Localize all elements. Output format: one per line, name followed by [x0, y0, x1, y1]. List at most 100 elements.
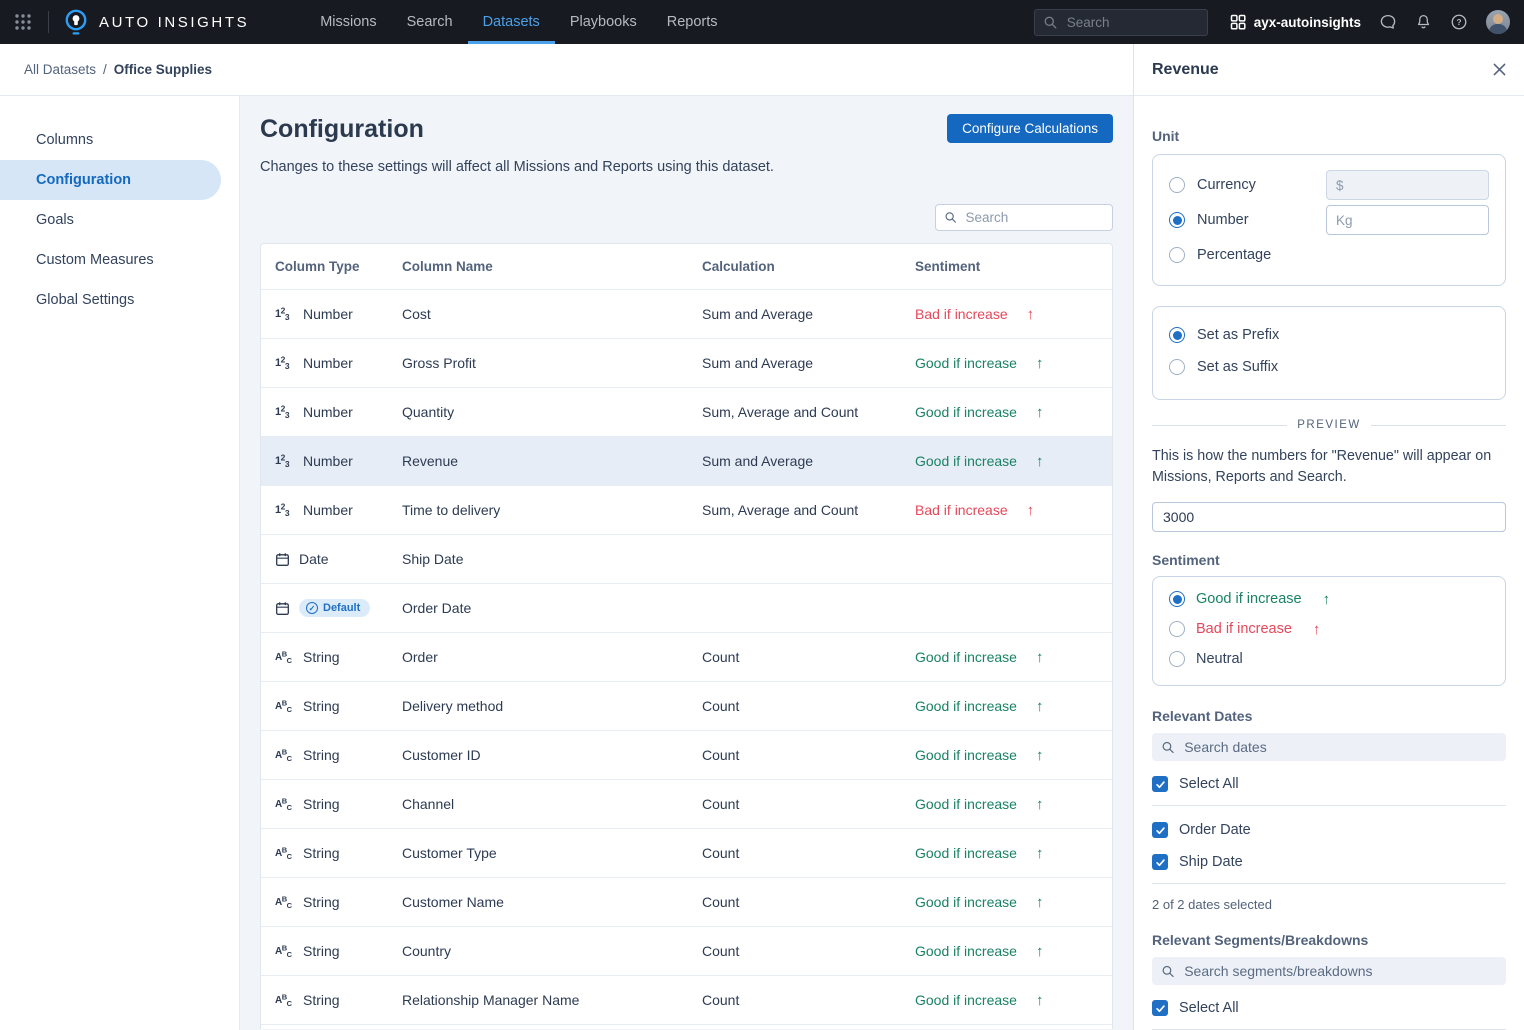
table-search[interactable]	[935, 204, 1113, 231]
global-search-input[interactable]	[1065, 14, 1198, 31]
column-type-label: String	[303, 992, 340, 1008]
column-type-cell: ABCString	[275, 747, 402, 763]
radio-percentage[interactable]	[1169, 247, 1185, 263]
dates-select-all-checkbox[interactable]	[1152, 776, 1168, 792]
table-row[interactable]: 123NumberCostSum and AverageBad if incre…	[261, 290, 1112, 339]
app-grid-icon[interactable]	[12, 11, 34, 33]
radio-number[interactable]	[1169, 212, 1185, 228]
date-item-checkbox-ship-date[interactable]	[1152, 854, 1168, 870]
number-symbol-input[interactable]	[1326, 205, 1489, 235]
calculation-cell: Count	[702, 992, 915, 1008]
help-icon[interactable]: ?	[1450, 13, 1468, 31]
table-row[interactable]: 123NumberRevenueSum and AverageGood if i…	[261, 437, 1112, 486]
column-type-label: String	[303, 845, 340, 861]
column-type-cell: 123Number	[275, 306, 402, 322]
string-type-icon: ABC	[275, 848, 294, 859]
sentiment-cell: Good if increase↑	[915, 747, 1112, 764]
sidebar-item-configuration[interactable]: Configuration	[0, 160, 221, 200]
close-icon[interactable]	[1493, 63, 1506, 76]
sidebar-item-custom-measures[interactable]: Custom Measures	[0, 240, 221, 280]
column-type-cell: ABCString	[275, 649, 402, 665]
table-row[interactable]: ABCStringCountryCountGood if increase↑	[261, 927, 1112, 976]
up-arrow-icon: ↑	[1036, 453, 1044, 470]
segments-select-all-checkbox[interactable]	[1152, 1000, 1168, 1016]
string-type-icon: ABC	[275, 995, 294, 1006]
nav-item-datasets[interactable]: Datasets	[468, 0, 555, 44]
calculation-cell: Sum, Average and Count	[702, 502, 915, 518]
column-name-cell: Revenue	[402, 453, 702, 469]
radio-set-as-prefix[interactable]	[1169, 327, 1185, 343]
sidebar-item-columns[interactable]: Columns	[0, 120, 221, 160]
date-item-checkbox-order-date[interactable]	[1152, 822, 1168, 838]
table-row[interactable]: ABCStringCustomer IDCountGood if increas…	[261, 731, 1112, 780]
sentiment-cell: Good if increase↑	[915, 943, 1112, 960]
sidebar-item-global-settings[interactable]: Global Settings	[0, 280, 221, 320]
table-row[interactable]: ABCStringDelivery methodCountGood if inc…	[261, 682, 1112, 731]
preview-value-input[interactable]	[1152, 502, 1506, 532]
position-option-label: Set as Suffix	[1197, 359, 1278, 375]
table-row[interactable]: ABCStringCustomer TypeCountGood if incre…	[261, 829, 1112, 878]
column-type-label: String	[303, 894, 340, 910]
breadcrumb-all-datasets[interactable]: All Datasets	[24, 62, 96, 77]
search-segments-input[interactable]	[1182, 962, 1496, 980]
table-row[interactable]: 123NumberTime to deliverySum, Average an…	[261, 486, 1112, 535]
currency-symbol-input[interactable]	[1326, 170, 1489, 200]
column-type-cell: ABC String	[275, 845, 402, 861]
search-segments[interactable]	[1152, 957, 1506, 985]
sentiment-options-box: Good if increase↑Bad if increase↑Neutral	[1152, 576, 1506, 686]
calculation-cell: Count	[702, 894, 915, 910]
table-row[interactable]: ✓DefaultOrder Date	[261, 584, 1112, 633]
column-name-cell: Customer Type	[402, 845, 702, 861]
column-type-label: String	[303, 943, 340, 959]
column-type-label: String	[303, 698, 340, 714]
column-header-sentiment: Sentiment	[915, 259, 1112, 274]
search-dates[interactable]	[1152, 733, 1506, 761]
columns-table: Column TypeColumn NameCalculationSentime…	[260, 243, 1113, 1029]
radio-set-as-suffix[interactable]	[1169, 359, 1185, 375]
up-arrow-icon: ↑	[1036, 796, 1044, 813]
unit-option-percentage: Percentage	[1169, 240, 1489, 270]
nav-item-search[interactable]: Search	[392, 0, 468, 44]
radio-sentiment-good[interactable]	[1169, 591, 1185, 607]
nav-item-playbooks[interactable]: Playbooks	[555, 0, 652, 44]
table-search-input[interactable]	[963, 209, 1103, 226]
nav-item-reports[interactable]: Reports	[652, 0, 733, 44]
segments-select-all-row: Select All	[1152, 1000, 1506, 1016]
column-name-cell: Order Date	[402, 600, 702, 616]
notifications-bell-icon[interactable]	[1415, 13, 1432, 31]
radio-currency[interactable]	[1169, 177, 1185, 193]
account-menu[interactable]: ayx-autoinsights	[1230, 14, 1361, 30]
messages-icon[interactable]	[1379, 13, 1397, 31]
calculation-cell: Count	[702, 796, 915, 812]
topnav-right: ayx-autoinsights ?	[1034, 9, 1510, 36]
dates-list: Order DateShip Date	[1152, 822, 1506, 870]
nav-item-missions[interactable]: Missions	[305, 0, 391, 44]
table-row[interactable]: ABCStringRelationship Manager NameCountG…	[261, 976, 1112, 1025]
sidebar-item-goals[interactable]: Goals	[0, 200, 221, 240]
sentiment-cell: Good if increase↑	[915, 796, 1112, 813]
user-avatar[interactable]	[1486, 10, 1510, 34]
unit-heading: Unit	[1152, 128, 1506, 144]
column-name-cell: Ship Date	[402, 551, 702, 567]
table-row[interactable]: ABCStringCustomer NameCountGood if incre…	[261, 878, 1112, 927]
position-option-set-as-suffix: Set as Suffix	[1169, 355, 1489, 379]
number-type-icon: 123	[275, 357, 294, 369]
table-row[interactable]: 123NumberQuantitySum, Average and CountG…	[261, 388, 1112, 437]
sentiment-option-label: Neutral	[1196, 651, 1243, 667]
table-row[interactable]: 123NumberGross ProfitSum and AverageGood…	[261, 339, 1112, 388]
breadcrumb-current-dataset: Office Supplies	[114, 62, 212, 77]
search-icon	[1044, 16, 1057, 29]
brand[interactable]: AUTO INSIGHTS	[63, 8, 249, 36]
preview-label: PREVIEW	[1297, 419, 1361, 431]
radio-sentiment-neutral[interactable]	[1169, 651, 1185, 667]
string-type-icon: ABC	[275, 946, 294, 957]
table-row[interactable]: ABCStringOrderCountGood if increase↑	[261, 633, 1112, 682]
global-search[interactable]	[1034, 9, 1208, 36]
table-row[interactable]: DateShip Date	[261, 535, 1112, 584]
configure-calculations-button[interactable]: Configure Calculations	[947, 114, 1113, 143]
search-dates-input[interactable]	[1182, 738, 1496, 756]
radio-sentiment-bad[interactable]	[1169, 621, 1185, 637]
table-row[interactable]: ABCStringChannelCountGood if increase↑	[261, 780, 1112, 829]
divider	[1152, 805, 1506, 806]
sentiment-cell: Good if increase↑	[915, 404, 1112, 421]
